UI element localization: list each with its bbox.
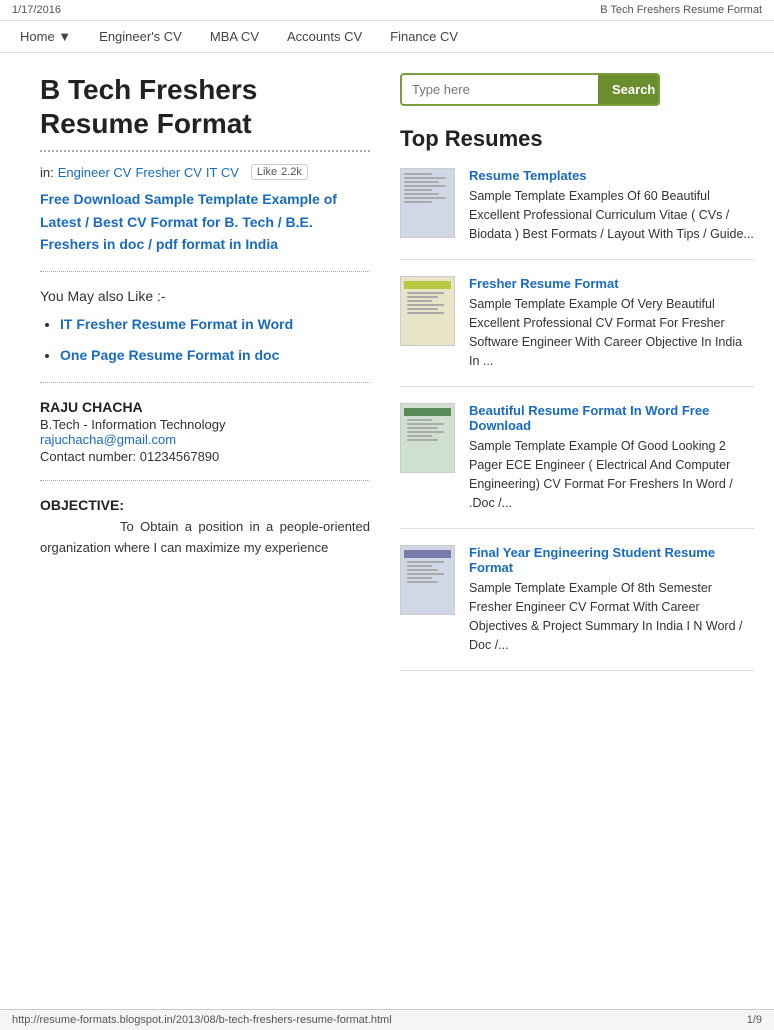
card-content-4: Final Year Engineering Student Resume Fo… <box>469 545 754 654</box>
left-column: B Tech Freshers Resume Format in: Engine… <box>40 73 370 687</box>
link-it-fresher-resume[interactable]: IT Fresher Resume Format in Word <box>60 316 293 332</box>
card-title-4[interactable]: Final Year Engineering Student Resume Fo… <box>469 545 754 575</box>
contact-label: Contact number: <box>40 449 136 464</box>
bottom-url: http://resume-formats.blogspot.in/2013/0… <box>12 1014 392 1026</box>
person-contact: Contact number: 01234567890 <box>40 449 370 464</box>
nav-accounts-cv[interactable]: Accounts CV <box>287 29 362 44</box>
card-content-3: Beautiful Resume Format In Word Free Dow… <box>469 403 754 512</box>
in-label: in: <box>40 165 54 180</box>
card-desc-4: Sample Template Example Of 8th Semester … <box>469 579 754 654</box>
card-title-3[interactable]: Beautiful Resume Format In Word Free Dow… <box>469 403 754 433</box>
list-item-2: One Page Resume Format in doc <box>60 345 370 366</box>
thumb-1 <box>400 168 455 238</box>
person-info: RAJU CHACHA B.Tech - Information Technol… <box>40 399 370 464</box>
card-desc-1: Sample Template Examples Of 60 Beautiful… <box>469 187 754 243</box>
top-bar-title: B Tech Freshers Resume Format <box>600 4 762 16</box>
card-content-2: Fresher Resume Format Sample Template Ex… <box>469 276 754 370</box>
divider-2 <box>40 382 370 383</box>
divider-3 <box>40 480 370 481</box>
person-name: RAJU CHACHA <box>40 399 370 415</box>
person-degree: B.Tech - Information Technology <box>40 417 370 432</box>
contact-number: 01234567890 <box>140 449 220 464</box>
card-content-1: Resume Templates Sample Template Example… <box>469 168 754 243</box>
right-column: Search Top Resumes Resume Templates <box>400 73 754 687</box>
category-engineer-cv[interactable]: Engineer CV <box>58 165 132 180</box>
like-label: Like <box>257 166 277 178</box>
page-title: B Tech Freshers Resume Format <box>40 73 370 152</box>
resume-card-2: Fresher Resume Format Sample Template Ex… <box>400 276 754 387</box>
category-fresher-cv[interactable]: Fresher CV <box>135 165 201 180</box>
top-bar-date: 1/17/2016 <box>12 4 61 16</box>
objective-section: OBJECTIVE: To Obtain a position in a peo… <box>40 497 370 559</box>
list-item-1: IT Fresher Resume Format in Word <box>60 314 370 335</box>
categories-row: in: Engineer CV Fresher CV IT CV Like 2.… <box>40 164 370 180</box>
thumb-4 <box>400 545 455 615</box>
thumb-2 <box>400 276 455 346</box>
person-email[interactable]: rajuchacha@gmail.com <box>40 432 176 447</box>
main-content: B Tech Freshers Resume Format in: Engine… <box>0 53 774 707</box>
related-links-list: IT Fresher Resume Format in Word One Pag… <box>40 314 370 366</box>
search-input[interactable] <box>402 76 598 103</box>
category-it-cv[interactable]: IT CV <box>206 165 239 180</box>
objective-text: To Obtain a position in a people-oriente… <box>40 517 370 559</box>
nav-finance-cv[interactable]: Finance CV <box>390 29 458 44</box>
objective-title: OBJECTIVE: <box>40 497 370 513</box>
nav-home[interactable]: Home ▼ <box>20 29 71 44</box>
card-title-1[interactable]: Resume Templates <box>469 168 754 183</box>
top-resumes-title: Top Resumes <box>400 126 754 152</box>
main-download-link[interactable]: Free Download Sample Template Example of… <box>40 191 337 252</box>
navigation: Home ▼ Engineer's CV MBA CV Accounts CV … <box>0 21 774 53</box>
resume-card-4: Final Year Engineering Student Resume Fo… <box>400 545 754 671</box>
bottom-page: 1/9 <box>747 1014 762 1026</box>
card-title-2[interactable]: Fresher Resume Format <box>469 276 754 291</box>
search-box: Search <box>400 73 660 106</box>
like-box[interactable]: Like 2.2k <box>251 164 308 180</box>
thumb-3 <box>400 403 455 473</box>
you-may-like-heading: You May also Like :- <box>40 288 370 304</box>
card-desc-3: Sample Template Example Of Good Looking … <box>469 437 754 512</box>
top-bar: 1/17/2016 B Tech Freshers Resume Format <box>0 0 774 21</box>
like-count: 2.2k <box>281 166 302 178</box>
nav-engineers-cv[interactable]: Engineer's CV <box>99 29 182 44</box>
divider-1 <box>40 271 370 272</box>
resume-card-3: Beautiful Resume Format In Word Free Dow… <box>400 403 754 529</box>
link-one-page-resume[interactable]: One Page Resume Format in doc <box>60 347 279 363</box>
card-desc-2: Sample Template Example Of Very Beautifu… <box>469 295 754 370</box>
resume-card-1: Resume Templates Sample Template Example… <box>400 168 754 260</box>
search-button[interactable]: Search <box>598 75 660 104</box>
bottom-bar: http://resume-formats.blogspot.in/2013/0… <box>0 1009 774 1030</box>
nav-mba-cv[interactable]: MBA CV <box>210 29 259 44</box>
